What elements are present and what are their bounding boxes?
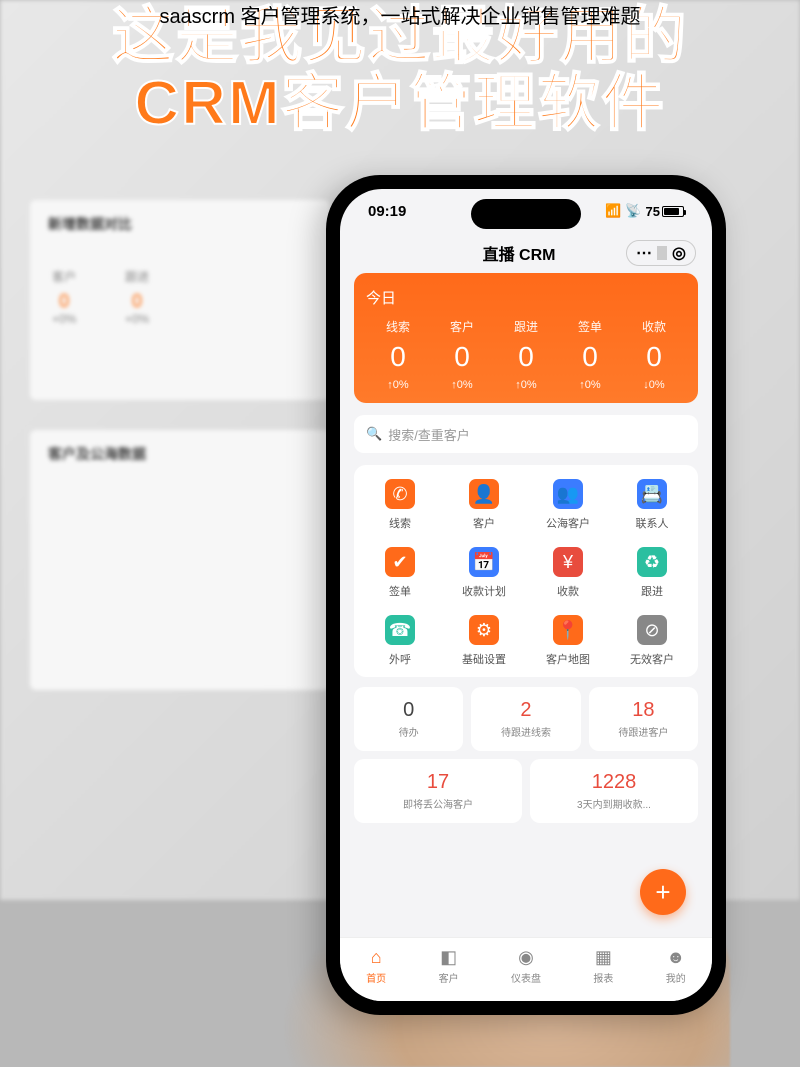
phone-screen: 09:19 📶 📡 75 直播 CRM ⋯ ◎ 今日 线索0↑ [340, 189, 712, 1001]
tab-客户[interactable]: ◧客户 [439, 947, 459, 985]
plus-icon: + [655, 877, 670, 908]
bottom-tabbar: ⌂首页 ◧客户 ◉仪表盘 ▦报表 ☻我的 [340, 937, 712, 1001]
app-icon: 👤 [469, 479, 499, 509]
app-icon: ☎ [385, 615, 415, 645]
bg-section2-title: 客户及公海数据 [48, 444, 312, 464]
status-time: 09:19 [368, 203, 406, 220]
more-icon[interactable]: ⋯ [631, 243, 657, 263]
metric-3[interactable]: 签单0↑0% [558, 318, 622, 391]
app-shortcut-grid: ✆线索👤客户👥公海客户📇联系人 ✔签单📅收款计划¥收款♻跟进 ☎外呼⚙基础设置📍客户… [354, 465, 698, 677]
tab-icon: ◉ [518, 947, 534, 968]
app-公海客户[interactable]: 👥公海客户 [526, 479, 610, 531]
metric-4[interactable]: 收款0↓0% [622, 318, 686, 391]
tab-报表[interactable]: ▦报表 [593, 947, 613, 985]
wifi-icon: 📡 [625, 203, 641, 219]
app-收款计划[interactable]: 📅收款计划 [442, 547, 526, 599]
app-icon: ✔ [385, 547, 415, 577]
tab-icon: ☻ [666, 947, 685, 968]
app-无效客户[interactable]: ⊘无效客户 [610, 615, 694, 667]
app-收款[interactable]: ¥收款 [526, 547, 610, 599]
content-area: 今日 线索0↑0%客户0↑0%跟进0↑0%签单0↑0%收款0↓0% 🔍 搜索/查… [340, 273, 712, 937]
app-外呼[interactable]: ☎外呼 [358, 615, 442, 667]
bg-section1-title: 新增数据对比 [48, 214, 312, 234]
search-input[interactable]: 🔍 搜索/查重客户 [354, 415, 698, 453]
app-icon: 👥 [553, 479, 583, 509]
todo-card[interactable]: 18待跟进客户 [589, 687, 698, 751]
today-summary-panel[interactable]: 今日 线索0↑0%客户0↑0%跟进0↑0%签单0↑0%收款0↓0% [354, 273, 698, 403]
tab-icon: ◧ [440, 947, 457, 968]
tab-首页[interactable]: ⌂首页 [366, 947, 386, 985]
todo-card[interactable]: 0待办 [354, 687, 463, 751]
todo-row-1: 0待办2待跟进线索18待跟进客户 [354, 687, 698, 751]
close-icon[interactable]: ◎ [667, 243, 691, 263]
phone-frame: 09:19 📶 📡 75 直播 CRM ⋯ ◎ 今日 线索0↑ [326, 175, 726, 1015]
today-label: 今日 [366, 287, 686, 308]
metric-1[interactable]: 客户0↑0% [430, 318, 494, 391]
app-icon: ¥ [553, 547, 583, 577]
app-联系人[interactable]: 📇联系人 [610, 479, 694, 531]
search-placeholder: 搜索/查重客户 [388, 425, 470, 444]
app-跟进[interactable]: ♻跟进 [610, 547, 694, 599]
app-title: 直播 CRM [412, 241, 626, 265]
signal-icon: 📶 [605, 203, 621, 219]
metric-2[interactable]: 跟进0↑0% [494, 318, 558, 391]
metric-0[interactable]: 线索0↑0% [366, 318, 430, 391]
app-icon: ⊘ [637, 615, 667, 645]
app-icon: 📍 [553, 615, 583, 645]
miniprogram-menu[interactable]: ⋯ ◎ [626, 240, 696, 266]
todo-card[interactable]: 2待跟进线索 [471, 687, 580, 751]
phone-notch [471, 199, 581, 229]
app-线索[interactable]: ✆线索 [358, 479, 442, 531]
ad-caption: saascrm 客户管理系统，一站式解决企业销售管理难题 [0, 0, 800, 29]
todo-card[interactable]: 12283天内到期收款... [530, 759, 698, 823]
search-icon: 🔍 [366, 426, 382, 442]
tab-仪表盘[interactable]: ◉仪表盘 [511, 947, 541, 985]
add-fab[interactable]: + [640, 869, 686, 915]
app-icon: ✆ [385, 479, 415, 509]
app-客户地图[interactable]: 📍客户地图 [526, 615, 610, 667]
app-基础设置[interactable]: ⚙基础设置 [442, 615, 526, 667]
app-签单[interactable]: ✔签单 [358, 547, 442, 599]
tab-icon: ⌂ [371, 947, 382, 968]
app-客户[interactable]: 👤客户 [442, 479, 526, 531]
app-icon: 📅 [469, 547, 499, 577]
app-icon: ⚙ [469, 615, 499, 645]
tab-icon: ▦ [595, 947, 612, 968]
todo-row-2: 17即将丢公海客户12283天内到期收款... [354, 759, 698, 823]
tab-我的[interactable]: ☻我的 [666, 947, 686, 985]
battery-indicator: 75 [646, 204, 684, 219]
app-titlebar: 直播 CRM ⋯ ◎ [340, 233, 712, 273]
app-icon: ♻ [637, 547, 667, 577]
todo-card[interactable]: 17即将丢公海客户 [354, 759, 522, 823]
app-icon: 📇 [637, 479, 667, 509]
